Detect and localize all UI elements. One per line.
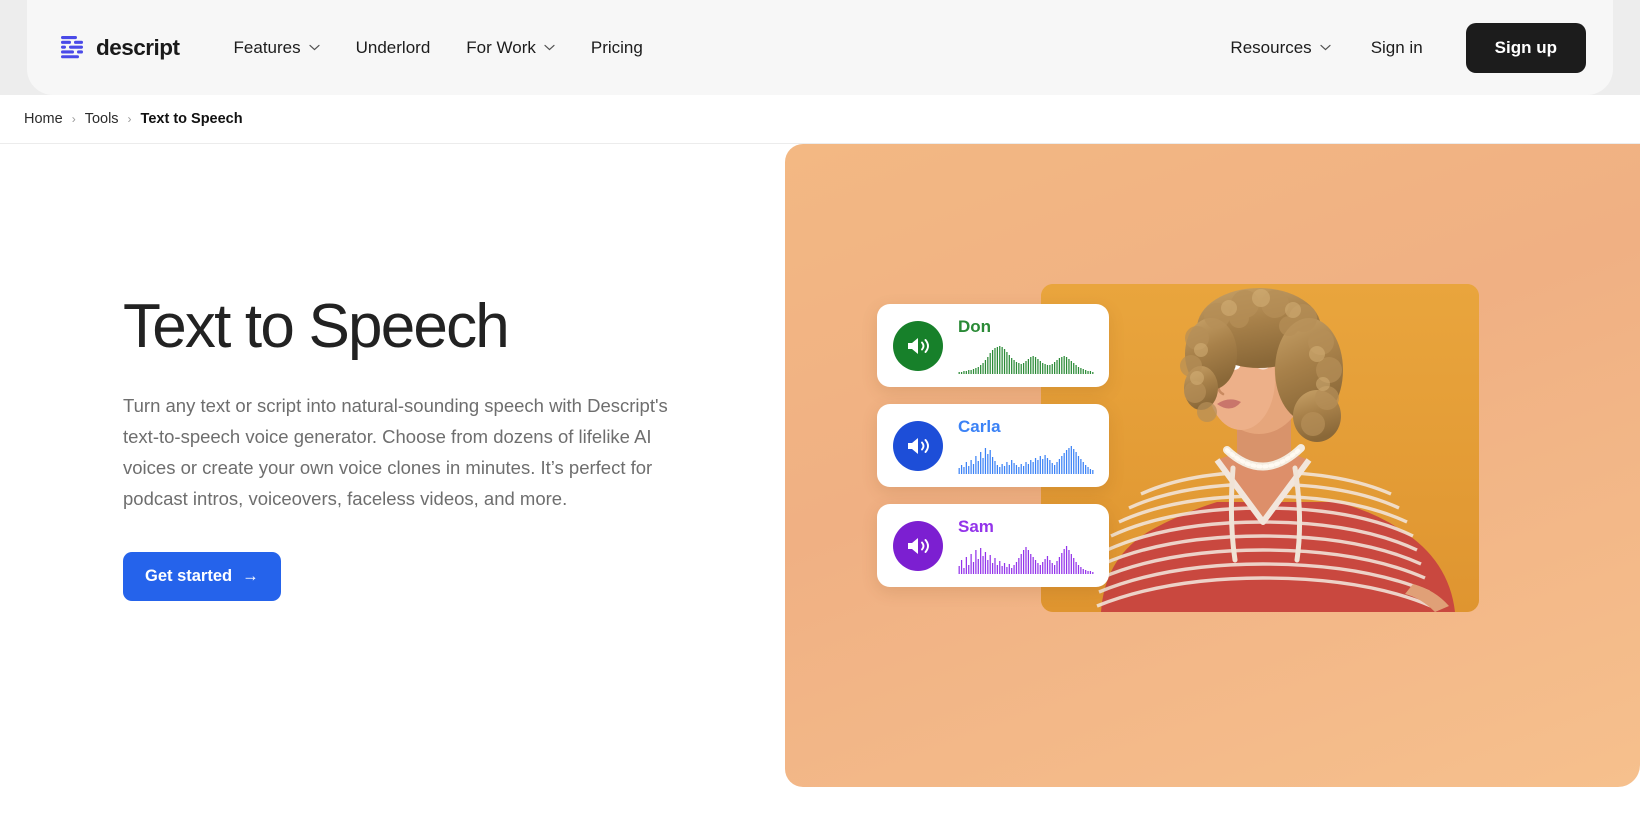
sign-up-button[interactable]: Sign up (1465, 22, 1586, 73)
voice-name: Carla (958, 416, 1001, 436)
arrow-right-icon: → (242, 567, 259, 586)
nav-item-label: Features (233, 37, 301, 57)
nav-item-label: Underlord (355, 37, 431, 57)
hero-description: Turn any text or script into natural-sou… (123, 395, 668, 510)
voice-name: Don (958, 316, 992, 336)
hero-visual-panel: Don Carla Sam (785, 144, 1640, 787)
header-left-group: descript Features Underlord For Work Pri… (27, 30, 661, 66)
nav-item-resources[interactable]: Resources (1212, 30, 1348, 66)
nav-item-label: Resources (1230, 37, 1312, 57)
chevron-down-icon (1320, 44, 1331, 51)
voice-card-sam[interactable]: Sam (877, 504, 1109, 587)
get-started-label: Get started (145, 567, 233, 586)
hero-text-column: Text to Speech Turn any text or script i… (123, 144, 763, 602)
sign-in-link[interactable]: Sign in (1349, 30, 1445, 66)
nav-item-underlord[interactable]: Underlord (338, 30, 449, 66)
main-content: Text to Speech Turn any text or script i… (0, 144, 1640, 840)
nav-item-label: Pricing (590, 37, 643, 57)
voice-name: Sam (958, 516, 994, 536)
voice-card-body: Sam (958, 518, 1094, 574)
voice-avatar (893, 320, 943, 371)
waveform-carla (958, 445, 1094, 474)
chevron-down-icon (544, 44, 555, 51)
speaker-wave-icon (908, 337, 929, 354)
voice-card-don[interactable]: Don (877, 304, 1109, 387)
primary-nav: Features Underlord For Work Pricing (216, 30, 661, 66)
voice-avatar (893, 520, 943, 571)
page-title: Text to Speech (123, 292, 510, 361)
nav-item-for-work[interactable]: For Work (448, 30, 573, 66)
breadcrumb-separator: › (127, 112, 132, 126)
speaker-wave-icon (908, 537, 929, 554)
breadcrumb-item-current: Text to Speech (140, 111, 243, 127)
breadcrumb: Home › Tools › Text to Speech (24, 111, 243, 127)
get-started-button[interactable]: Get started → (123, 552, 281, 602)
descript-waveform-logo-icon (61, 35, 83, 58)
voice-card-carla[interactable]: Carla (877, 404, 1109, 487)
waveform-sam (958, 545, 1094, 574)
speaker-wave-icon (908, 437, 929, 454)
header-right-group: Resources Sign in Sign up (1212, 22, 1613, 73)
breadcrumb-separator: › (71, 112, 76, 126)
brand-name: descript (96, 34, 180, 60)
voice-card-body: Carla (958, 418, 1094, 474)
nav-item-pricing[interactable]: Pricing (573, 30, 661, 66)
voice-avatar (893, 420, 943, 471)
voice-card-list: Don Carla Sam (877, 304, 1109, 604)
waveform-don (958, 345, 1094, 374)
breadcrumb-bar: Home › Tools › Text to Speech (0, 95, 1640, 144)
voice-card-body: Don (958, 318, 1094, 374)
brand-logo[interactable]: descript (60, 35, 180, 61)
chevron-down-icon (309, 44, 320, 51)
nav-item-features[interactable]: Features (216, 30, 338, 66)
site-header: descript Features Underlord For Work Pri… (27, 0, 1613, 95)
breadcrumb-item-tools[interactable]: Tools (85, 111, 119, 127)
breadcrumb-item-home[interactable]: Home (24, 111, 63, 127)
nav-item-label: For Work (466, 37, 536, 57)
